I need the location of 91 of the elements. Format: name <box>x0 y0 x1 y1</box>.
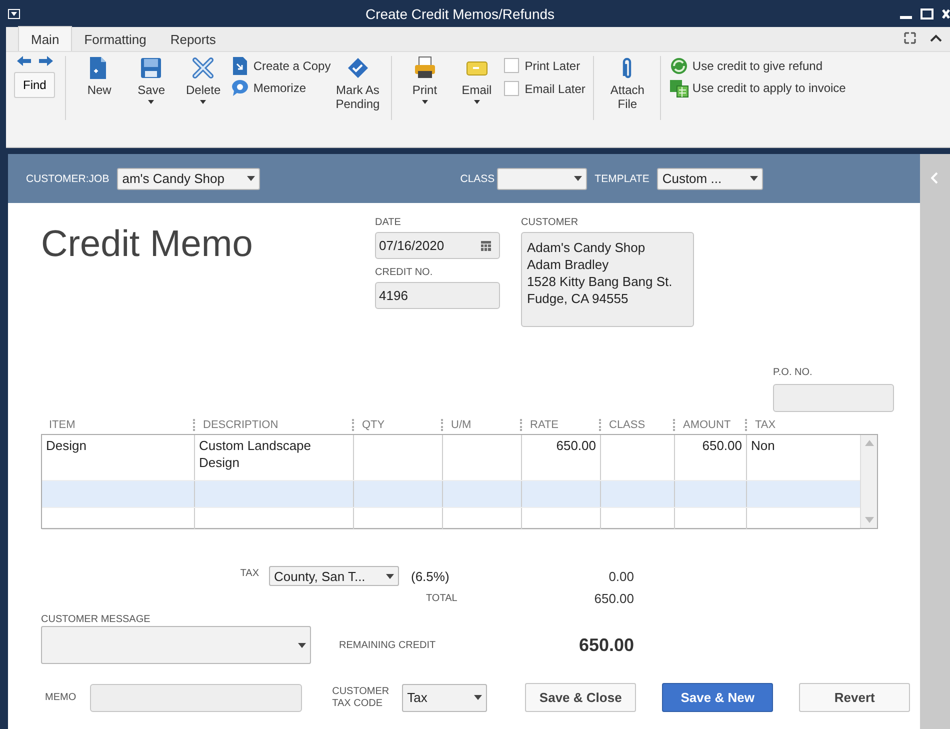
tax-amount: 0.00 <box>608 568 634 584</box>
checkmark-icon <box>346 56 370 80</box>
field-label: CUSTOMER MESSAGE <box>41 612 152 624</box>
table-cell: 650.00 <box>674 435 746 480</box>
dropdown-caret-icon <box>574 176 582 181</box>
dropdown-caret-icon <box>386 574 394 578</box>
customer-job-dropdown[interactable]: am's Candy Shop <box>117 168 260 190</box>
field-label: CREDIT NO. <box>375 267 434 278</box>
back-arrow-icon <box>16 56 31 66</box>
checkbox-label: Email Later <box>524 82 586 96</box>
ribbon-tab[interactable]: Main <box>18 26 72 51</box>
toolbar-button[interactable]: Delete <box>178 56 228 104</box>
dropdown-caret-icon <box>298 642 306 648</box>
dropdown-caret-icon <box>474 695 482 700</box>
field-label: TAX <box>240 568 259 578</box>
class-dropdown[interactable] <box>496 168 587 190</box>
column-header: RATE <box>520 419 599 431</box>
field-label: CUSTOMER:JOB <box>26 172 110 184</box>
table-row[interactable] <box>42 508 860 530</box>
table-cell: Custom Landscape Design <box>194 435 353 480</box>
column-header: CLASS <box>599 419 673 431</box>
toolbar-button[interactable]: Email <box>452 56 502 104</box>
field-label: P.O. NO. <box>773 367 812 378</box>
collapse-ribbon-icon <box>930 33 942 43</box>
toolbar-button[interactable]: Print <box>400 56 450 104</box>
expand-icon <box>904 32 916 44</box>
forward-arrow-icon <box>38 56 53 66</box>
tax-item-dropdown[interactable]: County, San T... <box>269 566 399 586</box>
column-header: AMOUNT <box>673 419 745 431</box>
calendar-icon <box>481 240 491 250</box>
window-title: Create Credit Memos/Refunds <box>364 6 556 22</box>
column-header: QTY <box>352 419 441 431</box>
scroll-down-icon <box>864 517 874 523</box>
field-label: MEMO <box>45 692 76 703</box>
apply-credit-icon <box>669 78 690 98</box>
toolbar-button[interactable]: Attach File <box>602 56 652 111</box>
field-label: TEMPLATE <box>594 172 650 184</box>
checkbox[interactable] <box>504 81 519 96</box>
maximize-icon <box>920 6 934 20</box>
toolbar-button[interactable]: Create a Copy <box>230 56 331 76</box>
column-header: TAX <box>745 419 859 431</box>
refund-icon <box>669 56 690 76</box>
ribbon-tab[interactable]: Formatting <box>72 27 158 51</box>
date-field[interactable]: 07/16/2020 <box>375 232 500 259</box>
checkbox[interactable] <box>504 58 519 73</box>
field-label: TOTAL <box>425 592 458 604</box>
toolbar-button[interactable]: Mark As Pending <box>332 56 383 111</box>
toolbar-button[interactable]: Memorize <box>230 78 331 98</box>
close-icon <box>942 6 950 20</box>
ribbon-tab[interactable]: Reports <box>158 27 228 51</box>
field-label: REMAINING CREDIT <box>339 640 436 650</box>
table-cell: 650.00 <box>521 435 600 480</box>
action-button[interactable]: Save & New <box>662 683 774 712</box>
tax-rate: (6.5%) <box>410 568 450 584</box>
toolbar-button[interactable]: Save <box>126 56 176 104</box>
credit-number-field[interactable]: 4196 <box>375 282 500 309</box>
field-label: CLASS <box>460 172 495 184</box>
po-number-field[interactable] <box>773 384 894 412</box>
action-button[interactable]: Save & Close <box>525 683 636 712</box>
field-label: DATE <box>375 217 402 228</box>
scroll-up-icon <box>864 440 874 446</box>
window-menu-icon <box>8 8 20 18</box>
dropdown-caret-icon <box>750 176 758 181</box>
minimize-icon <box>900 16 912 19</box>
toolbar-button[interactable]: Use credit to apply to invoice <box>669 78 846 98</box>
toolbar-button[interactable]: New <box>74 56 124 97</box>
customer-address-field[interactable]: Adam's Candy Shop Adam Bradley 1528 Kitty Bang Bang St. Fudge, CA 94555 <box>521 232 694 327</box>
template-dropdown[interactable]: Custom ... <box>657 168 764 190</box>
form-title: Credit Memo <box>41 222 254 265</box>
column-header: ITEM <box>48 419 76 431</box>
speech-bubble-icon <box>230 78 250 98</box>
remaining-credit-amount: 650.00 <box>578 634 634 656</box>
total-amount: 650.00 <box>594 590 634 606</box>
column-header: DESCRIPTION <box>193 419 352 431</box>
checkbox-label: Print Later <box>524 58 580 72</box>
toolbar-button[interactable]: Use credit to give refund <box>669 56 846 76</box>
field-label: CUSTOMER TAX CODE <box>332 686 390 710</box>
table-row[interactable] <box>42 481 860 508</box>
dropdown-caret-icon <box>247 176 256 181</box>
memo-field[interactable] <box>90 684 302 712</box>
find-button[interactable]: Find <box>14 72 56 98</box>
x-mark-icon <box>191 56 216 80</box>
action-button[interactable]: Revert <box>799 683 910 712</box>
field-label: CUSTOMER <box>521 217 580 228</box>
scrollbar[interactable] <box>860 435 877 528</box>
printer-icon <box>412 56 437 80</box>
expand-panel-icon <box>931 172 939 184</box>
customer-message-dropdown[interactable] <box>41 626 311 664</box>
column-header: U/M <box>441 419 520 431</box>
table-cell-text: Design <box>45 437 88 455</box>
customer-tax-code-dropdown[interactable]: Tax <box>402 684 488 712</box>
